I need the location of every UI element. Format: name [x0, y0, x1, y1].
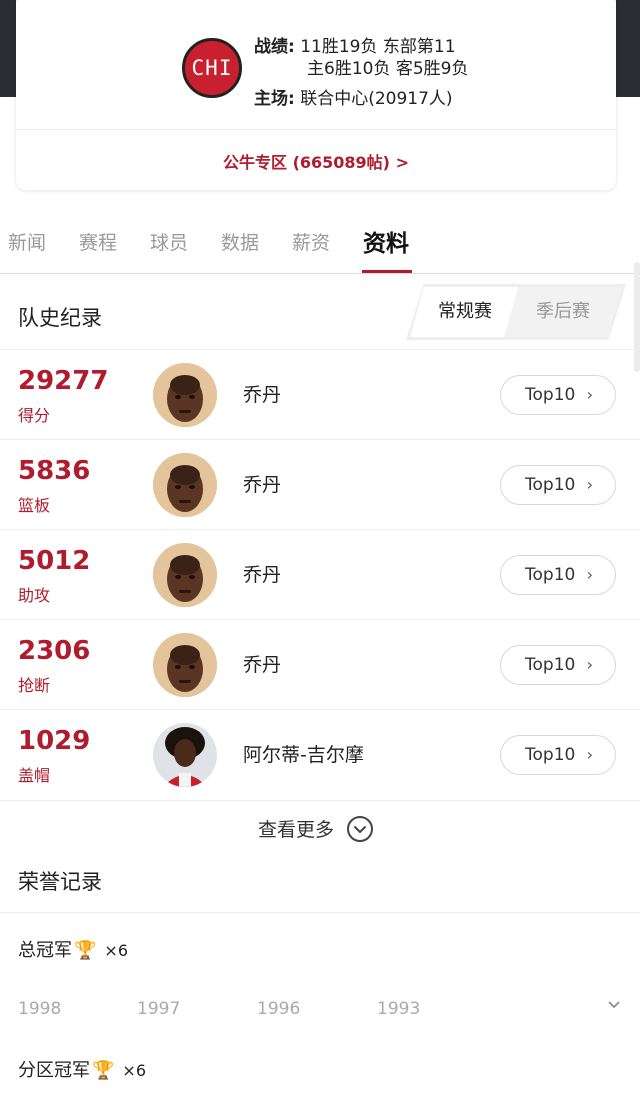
top10-button[interactable]: Top10 ›	[500, 465, 616, 505]
championships-count: ×6	[104, 941, 129, 960]
team-logo: CHI	[182, 38, 242, 98]
top10-button[interactable]: Top10 ›	[500, 375, 616, 415]
division-label: 分区冠军	[18, 1060, 90, 1081]
player-name[interactable]: 乔丹	[243, 650, 281, 677]
player-photo-icon	[153, 363, 217, 427]
record-row-steals: 2306 抢断 乔丹 Top10 ›	[0, 619, 640, 709]
arena-value: 联合中心(20917人)	[300, 89, 453, 109]
chevron-right-icon: ›	[586, 475, 593, 494]
view-more-button[interactable]: 查看更多	[0, 800, 640, 852]
record-stat-label: 抢断	[18, 676, 51, 695]
team-info-card: CHI 战绩: 11胜19负 东部第11 主6胜10负 客5胜9负 主场: 联合…	[16, 0, 616, 190]
record-stat-label: 得分	[18, 406, 51, 425]
trophy-icon: 🏆	[74, 940, 97, 961]
record-row-assists: 5012 助攻 乔丹 Top10 ›	[0, 529, 640, 619]
card-divider	[16, 129, 616, 130]
championships-label: 总冠军	[18, 940, 72, 961]
record-value: 5836	[18, 456, 91, 486]
top10-label: Top10	[525, 475, 576, 495]
player-photo-icon	[153, 543, 217, 607]
season-toggle: 常规赛 季后赛	[410, 287, 622, 337]
record-value: 2306	[18, 636, 91, 666]
tab-players[interactable]: 球员	[150, 228, 188, 255]
record-row-blocks: 1029 盖帽 阿尔蒂-吉尔摩 Top10 ›	[0, 709, 640, 799]
view-more-label: 查看更多	[258, 819, 335, 841]
top10-label: Top10	[525, 385, 576, 405]
record-value: 1029	[18, 726, 91, 756]
top10-label: Top10	[525, 565, 576, 585]
player-avatar[interactable]	[153, 453, 217, 517]
record-stat-label: 篮板	[18, 496, 51, 515]
tab-salary[interactable]: 薪资	[292, 228, 330, 255]
tab-profile[interactable]: 资料	[363, 224, 409, 258]
record-line2: 主6胜10负 客5胜9负	[307, 59, 469, 79]
toggle-playoffs-label: 季后赛	[536, 301, 590, 322]
chevron-down-icon	[608, 1001, 620, 1009]
tab-news[interactable]: 新闻	[8, 228, 46, 255]
tab-stats[interactable]: 数据	[221, 228, 259, 255]
chevron-down-circle-icon	[347, 816, 373, 842]
player-name[interactable]: 乔丹	[243, 470, 281, 497]
record-value: 5012	[18, 546, 91, 576]
record-label: 战绩:	[254, 37, 295, 57]
toggle-regular-label: 常规赛	[438, 301, 492, 322]
arena-label: 主场:	[254, 89, 295, 109]
championship-year: 1997	[137, 999, 181, 1019]
championship-year: 1996	[257, 999, 301, 1019]
history-title: 队史纪录	[18, 306, 102, 330]
chevron-right-icon: ›	[586, 655, 593, 674]
chevron-right-icon: ›	[586, 565, 593, 584]
championship-year: 1998	[18, 999, 62, 1019]
active-tab-indicator	[362, 270, 412, 273]
honors-title: 荣誉记录	[18, 870, 102, 894]
team-profile-screen: CHI 战绩: 11胜19负 东部第11 主6胜10负 客5胜9负 主场: 联合…	[0, 0, 640, 1105]
player-photo-icon	[153, 723, 217, 787]
team-forum-link[interactable]: 公牛专区 (665089帖) >	[16, 149, 616, 173]
record-row-rebounds: 5836 篮板 乔丹 Top10 ›	[0, 439, 640, 529]
player-avatar[interactable]	[153, 633, 217, 697]
player-avatar[interactable]	[153, 363, 217, 427]
player-photo-icon	[153, 453, 217, 517]
chevron-right-icon: ›	[586, 385, 593, 404]
record-value: 29277	[18, 366, 109, 396]
arena-row: 主场: 联合中心(20917人)	[254, 84, 453, 109]
player-name[interactable]: 阿尔蒂-吉尔摩	[243, 740, 364, 767]
honors-divider	[0, 912, 640, 913]
player-photo-icon	[153, 633, 217, 697]
top10-button[interactable]: Top10 ›	[500, 555, 616, 595]
expand-years-icon[interactable]	[606, 996, 622, 1016]
top10-label: Top10	[525, 655, 576, 675]
record-row-points: 29277 得分 乔丹 Top10 ›	[0, 349, 640, 439]
records-list: 29277 得分 乔丹 Top10 › 5836 篮板 乔丹 Top10 › 5…	[0, 349, 640, 799]
player-name[interactable]: 乔丹	[243, 560, 281, 587]
player-avatar[interactable]	[153, 543, 217, 607]
trophy-icon: 🏆	[92, 1060, 115, 1081]
player-avatar[interactable]	[153, 723, 217, 787]
tab-schedule[interactable]: 赛程	[79, 228, 117, 255]
top10-button[interactable]: Top10 ›	[500, 645, 616, 685]
division-count: ×6	[122, 1061, 147, 1080]
championships-row: 总冠军 🏆 ×6	[18, 936, 128, 962]
player-name[interactable]: 乔丹	[243, 380, 281, 407]
tab-bar: 新闻 赛程 球员 数据 薪资 资料	[0, 222, 640, 274]
top10-label: Top10	[525, 745, 576, 765]
record-stat-label: 助攻	[18, 586, 51, 605]
championship-year: 1993	[377, 999, 421, 1019]
chevron-right-icon: ›	[586, 745, 593, 764]
top10-button[interactable]: Top10 ›	[500, 735, 616, 775]
record-stat-label: 盖帽	[18, 766, 51, 785]
division-row: 分区冠军 🏆 ×6	[18, 1056, 146, 1082]
chevron-down-icon	[354, 826, 366, 834]
